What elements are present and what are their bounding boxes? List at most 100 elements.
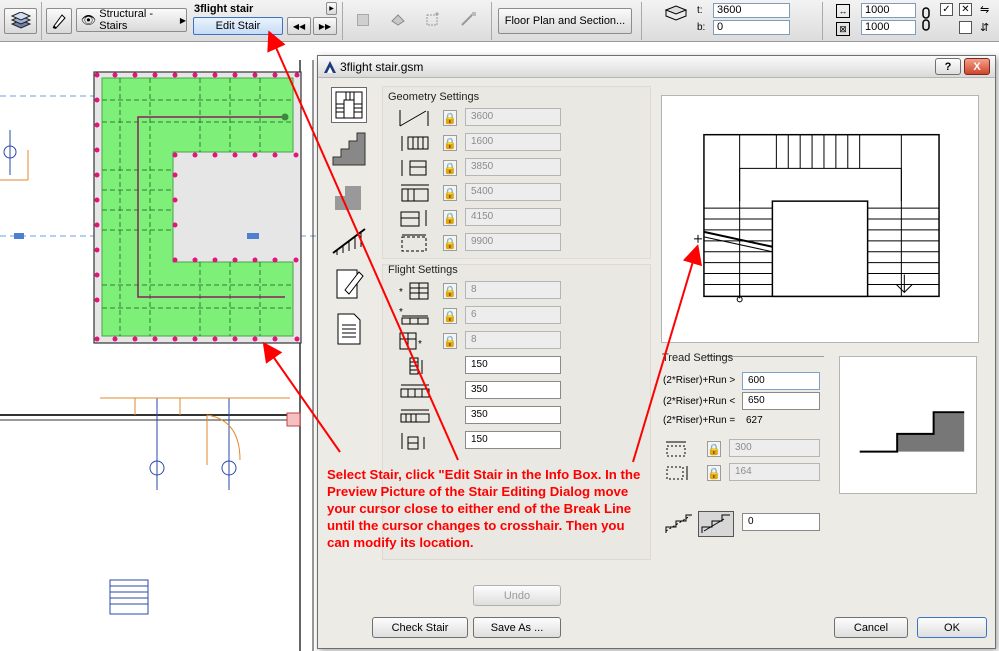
checkbox-x[interactable]: ✕ bbox=[959, 3, 972, 16]
nosing-offset-field[interactable]: 0 bbox=[742, 513, 820, 531]
length-b-field[interactable]: 5400 bbox=[465, 183, 561, 201]
checkbox-empty[interactable] bbox=[959, 21, 972, 34]
cancel-button[interactable]: Cancel bbox=[834, 617, 908, 638]
lock-icon[interactable]: 🔒 bbox=[443, 160, 457, 176]
expand-button[interactable]: ▶ bbox=[326, 2, 337, 15]
previous-step-button[interactable]: ◀◀ bbox=[287, 17, 311, 35]
tool-icon-2[interactable] bbox=[390, 12, 406, 26]
lock-icon[interactable]: 🔒 bbox=[707, 465, 721, 481]
tread-depth-field[interactable]: 350 bbox=[465, 381, 561, 399]
check-stair-button[interactable]: Check Stair bbox=[372, 617, 468, 638]
riser-count-2-field[interactable]: 6 bbox=[465, 306, 561, 324]
rotate-icon bbox=[391, 14, 405, 26]
tab-tread[interactable] bbox=[331, 176, 367, 212]
length-a-field[interactable]: 3850 bbox=[465, 158, 561, 176]
dialog-titlebar[interactable]: 3flight stair.gsm ? X bbox=[318, 56, 995, 78]
flip-icon[interactable]: ⇵ bbox=[980, 21, 994, 35]
lock-icon[interactable]: 🔒 bbox=[443, 210, 457, 226]
riser-height-field[interactable]: 150 bbox=[465, 356, 561, 374]
eye-icon: 👁 bbox=[81, 13, 97, 27]
layers-icon bbox=[10, 12, 31, 29]
tread-rule-eq-value: 627 bbox=[746, 415, 763, 426]
separator bbox=[822, 2, 823, 40]
tread-width-field[interactable]: 300 bbox=[729, 439, 820, 457]
lock-icon[interactable]: 🔒 bbox=[707, 441, 721, 457]
checkbox-checked[interactable]: ✓ bbox=[940, 3, 953, 16]
tab-description[interactable] bbox=[331, 311, 367, 347]
lock-icon[interactable]: 🔒 bbox=[443, 110, 457, 126]
instruction-annotation: Select Stair, click "Edit Stair in the I… bbox=[327, 467, 641, 550]
separator bbox=[342, 2, 343, 40]
perimeter-icon bbox=[398, 233, 432, 253]
next-step-button[interactable]: ▶▶ bbox=[313, 17, 337, 35]
tab-railing[interactable] bbox=[331, 221, 367, 257]
width-field[interactable]: 1000 bbox=[861, 3, 916, 18]
view-mode-button[interactable]: 👁 Structural - Stairs ▶ bbox=[76, 8, 187, 32]
tool-icon-1[interactable] bbox=[357, 14, 369, 26]
railing-icon bbox=[332, 228, 366, 255]
play-icon: ▶ bbox=[329, 6, 334, 12]
chain-icon[interactable] bbox=[921, 6, 931, 32]
lock-icon[interactable]: 🔒 bbox=[443, 135, 457, 151]
riser-count-1-field[interactable]: 8 bbox=[465, 281, 561, 299]
perimeter-field[interactable]: 9900 bbox=[465, 233, 561, 251]
floor-plan-section-button[interactable]: Floor Plan and Section... bbox=[498, 8, 632, 34]
elevation-icon bbox=[664, 4, 688, 22]
layer-button[interactable] bbox=[4, 8, 37, 34]
lock-icon[interactable]: 🔒 bbox=[443, 185, 457, 201]
tab-listing[interactable] bbox=[331, 266, 367, 302]
geometry-settings-label: Geometry Settings bbox=[388, 91, 480, 103]
pen-settings-button[interactable] bbox=[46, 8, 72, 34]
tread-rule-min-field[interactable]: 600 bbox=[742, 372, 820, 390]
length-b-icon bbox=[398, 183, 432, 203]
lock-icon[interactable]: 🔒 bbox=[443, 333, 457, 349]
stair-preview[interactable] bbox=[661, 95, 979, 343]
close-button[interactable]: X bbox=[964, 58, 990, 75]
document-icon bbox=[337, 313, 361, 345]
tread-rule-eq-label: (2*Riser)+Run = bbox=[663, 415, 736, 426]
separator bbox=[41, 2, 42, 40]
stair-plan-icon bbox=[335, 91, 363, 119]
help-button[interactable]: ? bbox=[935, 58, 961, 75]
riser-count-1-icon: * bbox=[398, 281, 432, 301]
undo-button[interactable]: Undo bbox=[473, 585, 561, 606]
tread-rule-min-label: (2*Riser)+Run > bbox=[663, 375, 736, 386]
mirror-toggle-icon[interactable]: ⇋ bbox=[980, 3, 994, 17]
height-field[interactable]: 1000 bbox=[861, 20, 916, 35]
stair-editing-dialog: 3flight stair.gsm ? X Geometry Settings … bbox=[317, 55, 996, 649]
tread-height-field[interactable]: 164 bbox=[729, 463, 820, 481]
tool-icon-3[interactable] bbox=[425, 11, 441, 27]
b-field[interactable]: 0 bbox=[713, 20, 790, 35]
separator bbox=[641, 2, 642, 40]
tread-settings-label: Tread Settings bbox=[662, 352, 734, 364]
stair-width-field[interactable]: 1600 bbox=[465, 133, 561, 151]
ok-button[interactable]: OK bbox=[917, 617, 987, 638]
total-height-field[interactable]: 3600 bbox=[465, 108, 561, 126]
lock-icon[interactable]: 🔒 bbox=[443, 235, 457, 251]
total-height-icon bbox=[398, 108, 432, 128]
view-mode-label: Structural - Stairs bbox=[99, 8, 154, 32]
tread-rule-max-label: (2*Riser)+Run < bbox=[663, 396, 736, 407]
length-c-field[interactable]: 4150 bbox=[465, 208, 561, 226]
gdl-object-icon bbox=[324, 61, 336, 73]
tool-icon-4[interactable] bbox=[460, 11, 478, 27]
nosing-icon bbox=[398, 431, 432, 451]
tread-height-icon bbox=[663, 463, 697, 483]
tab-geometry[interactable] bbox=[331, 87, 367, 123]
riser-count-3-field[interactable]: 8 bbox=[465, 331, 561, 349]
nosing-field[interactable]: 150 bbox=[465, 431, 561, 449]
tab-flight[interactable] bbox=[331, 131, 367, 167]
nosing-type-2-button[interactable] bbox=[698, 511, 734, 537]
lock-icon[interactable]: 🔒 bbox=[443, 283, 457, 299]
tread-preview bbox=[839, 356, 977, 494]
save-as-button[interactable]: Save As ... bbox=[473, 617, 561, 638]
landing-depth-field[interactable]: 350 bbox=[465, 406, 561, 424]
nosing-type-1-button[interactable] bbox=[664, 513, 694, 535]
length-c-icon bbox=[398, 208, 432, 228]
tread-rule-max-field[interactable]: 650 bbox=[742, 392, 820, 410]
separator bbox=[491, 2, 492, 40]
t-field[interactable]: 3600 bbox=[713, 3, 790, 18]
lock-icon[interactable]: 🔒 bbox=[443, 308, 457, 324]
edit-stair-button[interactable]: Edit Stair bbox=[193, 17, 283, 35]
stair-width-icon bbox=[398, 133, 432, 153]
